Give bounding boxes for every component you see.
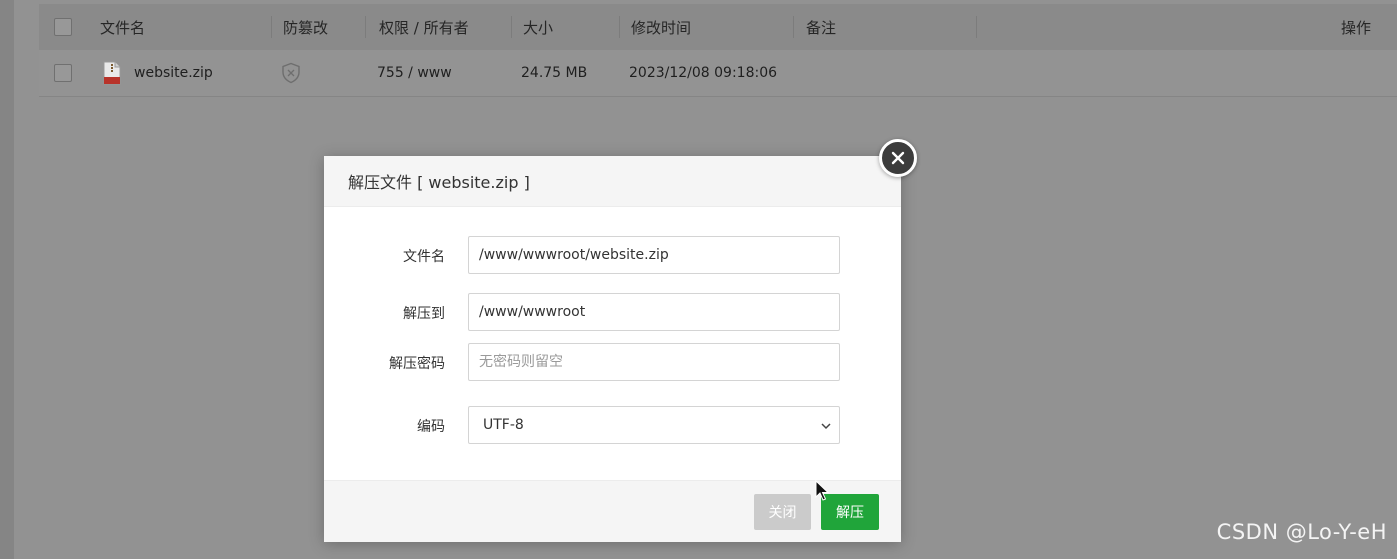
close-button[interactable]: 关闭 [754,494,811,530]
column-divider [271,16,272,38]
row-checkbox[interactable] [54,64,72,82]
filename-input[interactable] [468,236,840,274]
dialog-title: 解压文件 [ website.zip ] [348,173,530,192]
password-input[interactable] [468,343,840,381]
column-divider [511,16,512,38]
filename-label: 文件名 [403,249,445,265]
shield-off-icon[interactable] [280,62,302,84]
target-path-label: 解压到 [403,306,445,322]
column-header-size[interactable]: 大小 [523,4,553,50]
encoding-label: 编码 [417,419,445,435]
mouse-pointer-icon [815,480,829,501]
column-header-actions: 操作 [1341,18,1372,37]
password-label: 解压密码 [389,356,445,372]
file-manager-page: 文件名 防篡改 权限 / 所有者 大小 修改时间 备注 操作 website.z… [0,0,1397,559]
column-divider [793,16,794,38]
row-checkbox-cell[interactable] [54,50,72,96]
tamper-cell[interactable] [280,50,302,96]
permission-cell[interactable]: 755 / www [377,50,452,96]
chevron-down-icon [821,423,831,430]
close-icon [891,151,905,165]
encoding-select[interactable]: UTF-8 [468,406,840,444]
column-divider [976,16,977,38]
table-row[interactable]: website.zip 755 / www 24.75 MB 2023/12/0… [39,50,1397,97]
select-all-checkbox[interactable] [54,18,72,36]
column-divider [365,16,366,38]
select-all-checkbox-cell[interactable] [54,4,72,50]
dialog-header: 解压文件 [ website.zip ] [324,156,901,207]
modified-cell: 2023/12/08 09:18:06 [629,65,778,81]
extract-button[interactable]: 解压 [821,494,879,530]
encoding-selected-value: UTF-8 [483,417,524,433]
column-header-modified[interactable]: 修改时间 [631,4,691,50]
column-header-note[interactable]: 备注 [806,4,836,50]
watermark-text: CSDN @Lo-Y-eH [1216,520,1387,544]
file-name-text[interactable]: website.zip [134,65,213,81]
left-sidebar-edge [0,0,14,559]
column-header-name[interactable]: 文件名 [100,4,145,50]
file-name-cell[interactable]: website.zip [103,50,213,96]
zip-file-icon [103,61,121,85]
column-divider [619,16,620,38]
target-path-input[interactable] [468,293,840,331]
dialog-close-button[interactable] [879,139,917,177]
column-header-tamper[interactable]: 防篡改 [283,4,328,50]
file-table-header: 文件名 防篡改 权限 / 所有者 大小 修改时间 备注 操作 [39,4,1397,50]
size-cell: 24.75 MB [521,65,588,81]
column-header-permission[interactable]: 权限 / 所有者 [379,4,469,50]
